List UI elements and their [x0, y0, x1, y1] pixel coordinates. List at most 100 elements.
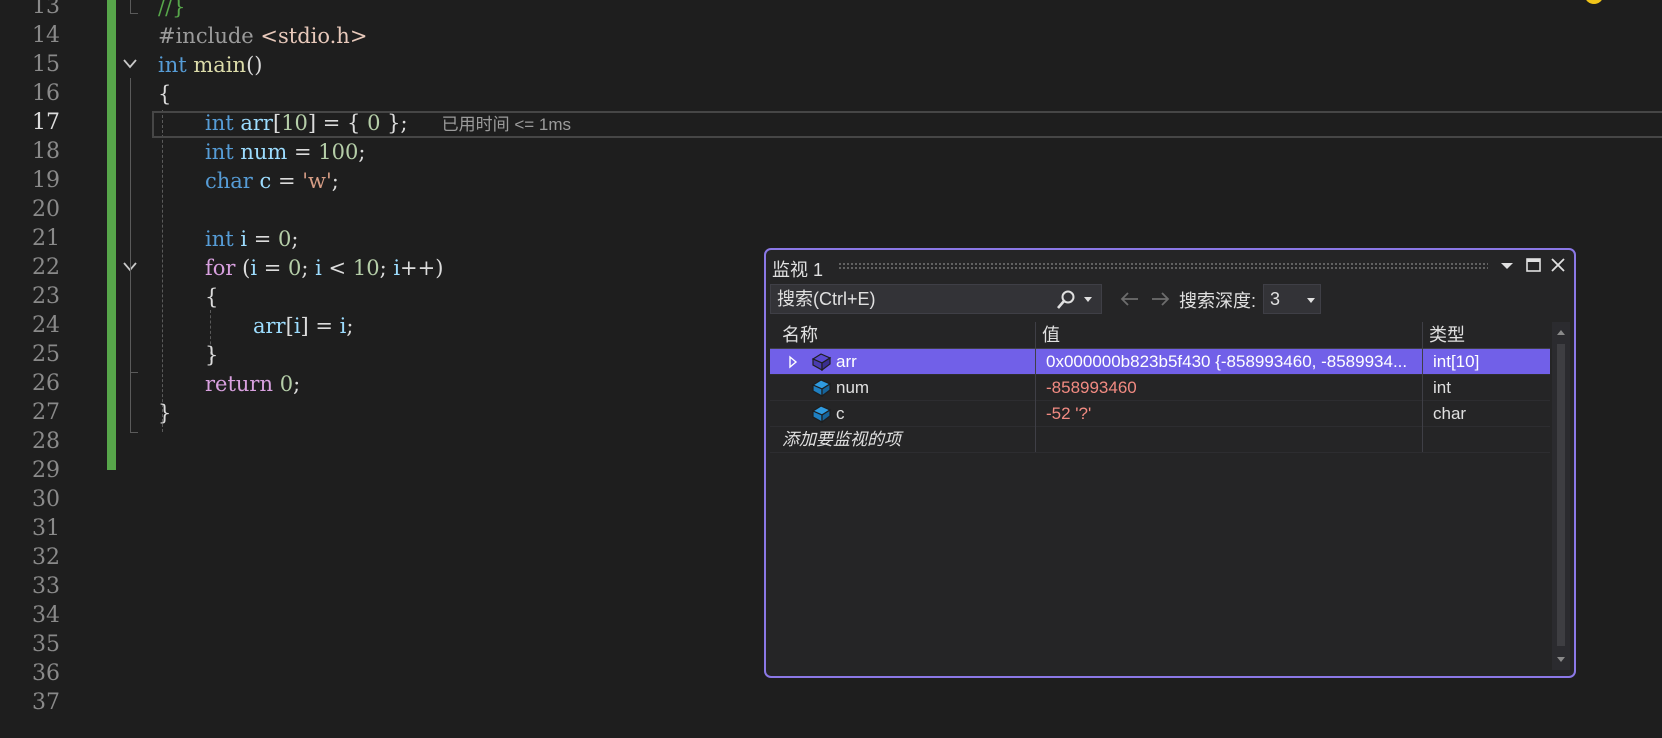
window-position-button[interactable]: [1496, 255, 1518, 275]
line-number: 34: [32, 603, 60, 628]
outline-guide: [130, 13, 138, 14]
outline-guide: [130, 282, 131, 372]
watch-value[interactable]: -858993460: [1046, 375, 1426, 400]
drag-grip[interactable]: [838, 262, 1488, 270]
keyword: return: [205, 372, 273, 396]
watch-toolbar: 搜索深度: 3: [766, 284, 1574, 318]
number: 10: [281, 111, 308, 135]
line-number: 22: [32, 255, 60, 280]
number: 0: [278, 227, 292, 251]
search-depth-select[interactable]: 3: [1263, 284, 1321, 314]
line-number: 26: [32, 371, 60, 396]
add-watch-item[interactable]: 添加要监视的项: [782, 427, 1022, 452]
operator: ++): [400, 256, 444, 280]
line-number: 25: [32, 342, 60, 367]
line-number: 18: [32, 139, 60, 164]
operator: ] =: [300, 314, 340, 338]
search-button[interactable]: [1055, 289, 1077, 311]
lightbulb-icon[interactable]: [1585, 0, 1603, 4]
search-next-button[interactable]: [1148, 289, 1172, 309]
outline-guide: [130, 78, 131, 433]
punctuation: (): [246, 53, 263, 77]
brace: }: [158, 401, 172, 425]
line-number: 24: [32, 313, 60, 338]
watch-row-add[interactable]: 添加要监视的项: [770, 427, 1550, 453]
watch-row-num[interactable]: num -858993460 int: [770, 375, 1550, 401]
arrow-left-icon: [1120, 292, 1138, 306]
variable: i: [293, 314, 301, 338]
line-number: 19: [32, 168, 60, 193]
keyword: char: [205, 169, 253, 193]
line-number: 35: [32, 632, 60, 657]
maximize-button[interactable]: [1522, 255, 1544, 275]
line-number: 28: [32, 429, 60, 454]
watch-search-box[interactable]: [770, 284, 1102, 314]
char-literal: 'w': [302, 169, 332, 193]
operator: =: [287, 140, 319, 164]
number: 100: [318, 140, 359, 164]
include-header: <stdio.h>: [260, 24, 368, 48]
expand-arrow-icon[interactable]: [786, 355, 800, 369]
code-line-25: }: [205, 340, 218, 370]
watch-window[interactable]: 监视 1 搜索(Ctrl+E) 搜索深度: 3 名称 值 类型 arr 0x00…: [764, 248, 1576, 678]
search-depth-value: 3: [1270, 289, 1281, 309]
line-number: 30: [32, 487, 60, 512]
punctuation: ;: [331, 169, 339, 193]
number: 0: [367, 111, 381, 135]
watch-grid[interactable]: 名称 值 类型 arr 0x000000b823b5f430 {-8589934…: [770, 322, 1550, 670]
preprocessor-directive: #include: [158, 24, 261, 48]
fold-toggle-main[interactable]: [120, 50, 140, 80]
variable-icon: [811, 379, 832, 397]
line-number: 36: [32, 661, 60, 686]
operator: =: [257, 256, 289, 280]
watch-row-c[interactable]: c -52 '?' char: [770, 401, 1550, 427]
brace: {: [205, 285, 219, 309]
operator: <: [321, 256, 353, 280]
scroll-down-icon[interactable]: [1556, 656, 1566, 664]
column-header-name[interactable]: 名称: [782, 323, 818, 347]
watch-value[interactable]: -52 '?': [1046, 401, 1426, 426]
watch-row-arr[interactable]: arr 0x000000b823b5f430 {-858993460, -858…: [770, 349, 1550, 375]
caret-down-icon: [1307, 298, 1315, 303]
column-divider[interactable]: [1035, 322, 1036, 452]
number: 0: [288, 256, 302, 280]
keyword: for: [205, 256, 236, 280]
function-name: main: [193, 53, 247, 77]
change-tracking-bar: [107, 0, 116, 470]
line-number: 23: [32, 284, 60, 309]
code-line-19: char c = 'w';: [205, 166, 339, 196]
watch-vertical-scrollbar[interactable]: [1552, 322, 1570, 670]
watch-title: 监视 1: [772, 260, 824, 280]
watch-name: arr: [836, 352, 857, 371]
close-button[interactable]: [1547, 255, 1569, 275]
variable: arr: [240, 111, 273, 135]
variable: arr: [253, 314, 286, 338]
caret-down-icon[interactable]: [1083, 296, 1093, 304]
arrow-right-icon: [1152, 292, 1170, 306]
line-number: 13: [32, 0, 60, 19]
perf-tip[interactable]: 已用时间 <= 1ms: [442, 115, 571, 134]
watch-name: c: [836, 404, 845, 423]
scroll-up-icon[interactable]: [1556, 328, 1566, 336]
line-number: 14: [32, 23, 60, 48]
column-header-value[interactable]: 值: [1042, 323, 1060, 347]
watch-title-bar[interactable]: 监视 1: [766, 250, 1574, 280]
punctuation: ;: [291, 227, 299, 251]
scroll-thumb[interactable]: [1557, 344, 1565, 646]
outline-guide: [130, 432, 138, 433]
code-line-16: {: [158, 79, 171, 109]
watch-name: num: [836, 378, 870, 397]
line-number-active: 17: [32, 110, 60, 135]
column-header-type[interactable]: 类型: [1429, 323, 1465, 347]
code-line-22: for (i = 0; i < 10; i++): [205, 253, 443, 283]
code-line-27: }: [158, 398, 171, 428]
line-number: 31: [32, 516, 60, 541]
search-depth-label: 搜索深度:: [1179, 291, 1257, 311]
variable: i: [315, 256, 322, 280]
variable: c: [259, 169, 272, 193]
line-number: 37: [32, 690, 60, 715]
search-previous-button[interactable]: [1118, 289, 1142, 309]
watch-value[interactable]: 0x000000b823b5f430 {-858993460, -8589934…: [1046, 349, 1426, 374]
watch-search-input[interactable]: [777, 288, 1037, 310]
column-divider[interactable]: [1422, 322, 1423, 452]
